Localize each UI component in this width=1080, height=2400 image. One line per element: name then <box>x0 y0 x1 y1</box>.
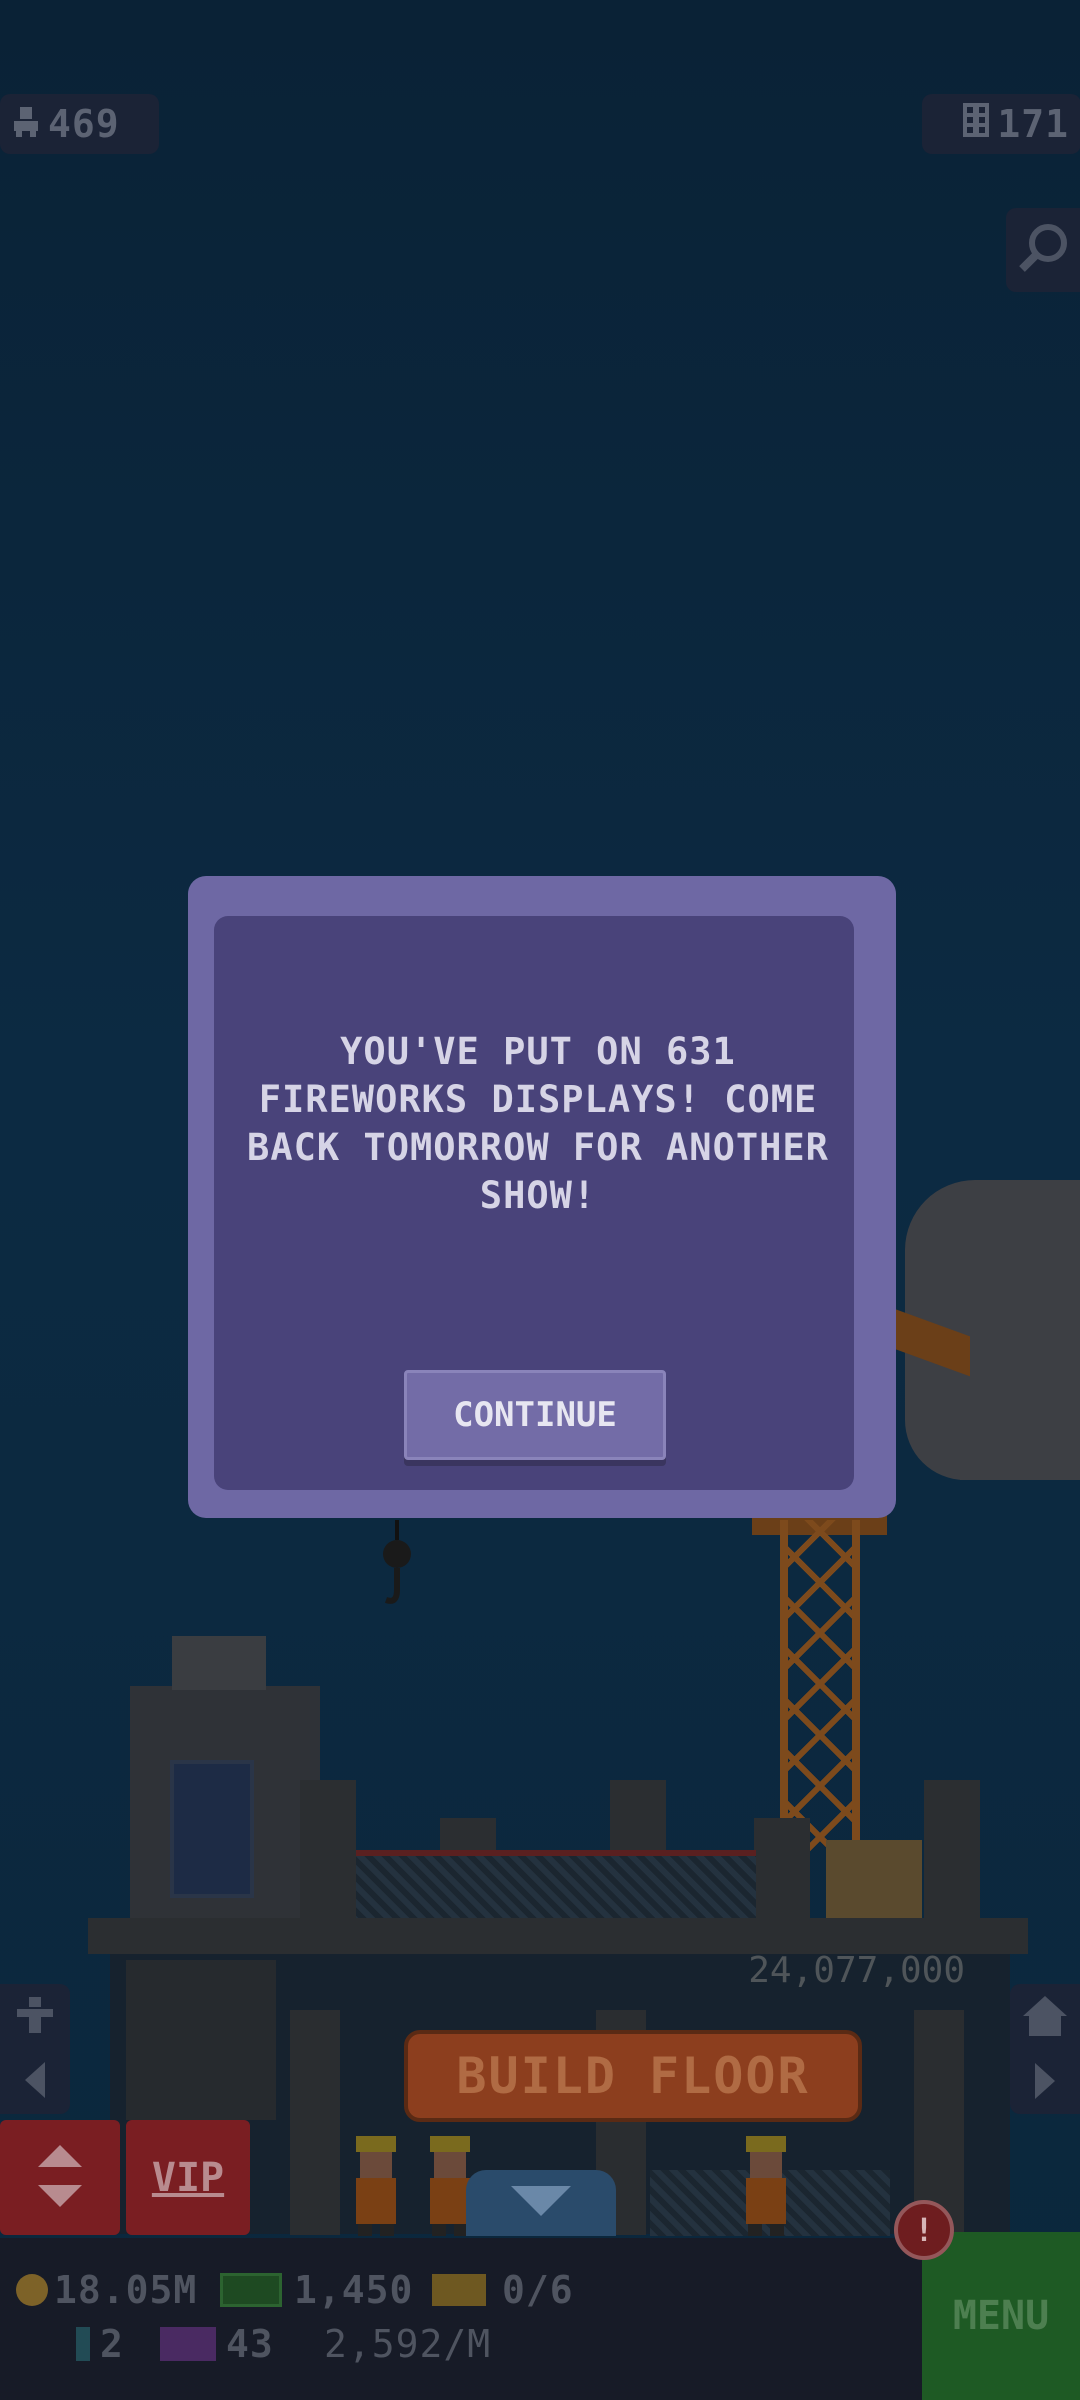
scroll-down-button[interactable] <box>466 2170 616 2236</box>
elevator-arrows-icon <box>38 2144 82 2211</box>
floor-counter[interactable]: 171 <box>922 94 1080 154</box>
tickets-stat[interactable]: 0/6 <box>432 2268 574 2312</box>
continue-button[interactable]: CONTINUE <box>404 1370 666 1460</box>
coins-value: 18.05M <box>54 2268 198 2312</box>
coin-icon <box>16 2274 48 2306</box>
fireworks-dialog: YOU'VE PUT ON 631 FIREWORKS DISPLAYS! CO… <box>188 876 896 1518</box>
bux-icon <box>220 2273 282 2307</box>
dialog-message: YOU'VE PUT ON 631 FIREWORKS DISPLAYS! CO… <box>247 1030 829 1217</box>
person-icon <box>12 102 40 146</box>
gem-icon <box>76 2327 90 2361</box>
right-nav-button[interactable] <box>1010 1984 1080 2114</box>
chevron-right-icon <box>1033 2062 1057 2103</box>
elevator-button[interactable] <box>0 2120 120 2235</box>
person-icon <box>15 1996 55 2037</box>
construction-worker <box>346 2136 406 2236</box>
population-counter[interactable]: 469 <box>0 94 159 154</box>
ticket-icon <box>432 2274 486 2306</box>
menu-button[interactable]: MENU <box>922 2232 1080 2400</box>
coins-stat[interactable]: 18.05M <box>16 2268 197 2312</box>
left-nav-button[interactable] <box>0 1984 70 2114</box>
gems-stat[interactable]: 2 <box>76 2322 124 2366</box>
tickets-value: 0/6 <box>502 2268 574 2312</box>
bottom-stats-bar <box>0 2238 922 2400</box>
gems-value: 2 <box>100 2322 124 2366</box>
crane-tower <box>780 1520 860 1860</box>
tix-value: 43 <box>226 2322 274 2366</box>
tix-stat[interactable]: 43 <box>160 2322 274 2366</box>
zoom-button[interactable] <box>1006 208 1080 292</box>
magnifier-icon <box>1016 221 1070 279</box>
build-floor-cost: 24,077,000 <box>748 1950 965 1991</box>
tix-icon <box>160 2327 216 2361</box>
building-icon <box>963 102 990 146</box>
roof-ledge <box>88 1918 1028 1954</box>
floor-count-value: 171 <box>997 102 1069 146</box>
chevron-down-icon <box>511 2186 571 2220</box>
crane-hook-icon <box>380 1520 414 1610</box>
home-icon <box>1023 1995 1067 2040</box>
chevron-left-icon <box>23 2061 47 2102</box>
population-value: 469 <box>48 102 120 146</box>
bux-stat[interactable]: 1,450 <box>220 2268 413 2312</box>
vip-button[interactable]: VIP <box>126 2120 250 2235</box>
income-rate: 2,592/M <box>324 2322 492 2366</box>
alert-badge[interactable]: ! <box>894 2200 954 2260</box>
construction-worker <box>736 2136 796 2236</box>
build-floor-button[interactable]: BUILD FLOOR <box>404 2030 862 2122</box>
bux-value: 1,450 <box>294 2268 414 2312</box>
